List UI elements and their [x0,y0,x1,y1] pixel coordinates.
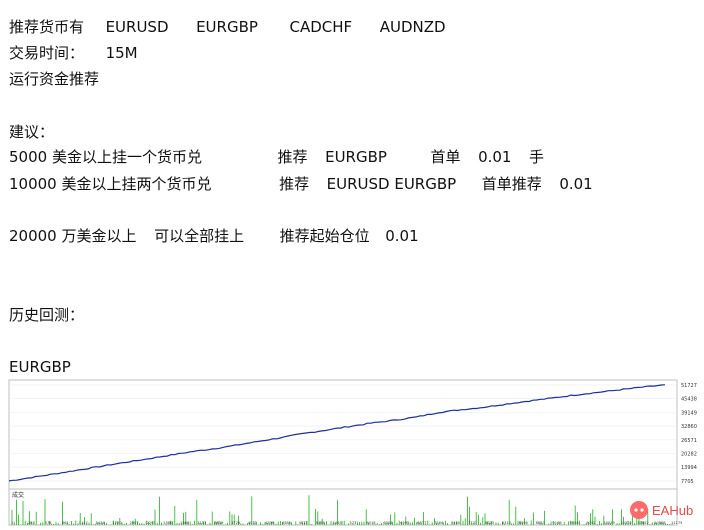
eahub-logo-icon [630,501,648,519]
y-tick-label: 13994 [681,465,697,471]
x-tick-label: 5445 [333,521,342,525]
x-tick-label: 9742 [586,521,595,525]
x-tick-label: 3153 [197,521,206,525]
y-tick-label: 39149 [681,410,697,416]
doc-line-advice: 建议： [9,123,55,141]
x-tick-label: 9169 [553,521,563,525]
x-tick-label: 1147 [79,521,88,525]
x-tick-label: 6304 [383,521,393,525]
doc-line-10000: 10000 美金以上挂两个货币兑 推荐 EURUSD EURGBP 首单推荐 0… [9,174,593,194]
x-tick-label: 10315 [620,521,631,525]
advice-5000-unit: 手 [529,148,545,166]
x-tick-label: 8596 [519,521,529,525]
doc-line-trading-time: 交易时间： 15M [9,43,138,63]
y-tick-label: 32860 [681,424,697,430]
x-tick-label: 4872 [299,521,308,525]
x-tick-label: 10029 [603,521,615,525]
doc-line-backtest: 历史回测： [9,306,85,324]
recommended-pairs-label: 推荐货币有 [9,18,85,36]
x-tick-label: 10888 [654,521,666,525]
advice-5000-pair: EURGBP [325,148,387,166]
advice-20000-all: 可以全部挂上 [154,227,245,245]
y-tick-label: 7705 [681,479,694,485]
x-tick-label: 3439 [214,521,224,525]
pair-eurusd: EURUSD [105,18,169,36]
x-tick-label: 574 [45,521,53,525]
advice-10000-first-order: 首单推荐 [481,175,542,193]
x-tick-label: 6591 [400,521,409,525]
x-tick-label: 8310 [502,521,512,525]
doc-line-recommended-pairs: 推荐货币有 EURUSD EURGBP CADCHF AUDNZD [9,17,446,37]
doc-line-20000: 20000 万美金以上 可以全部挂上 推荐起始仓位 0.01 [9,226,419,246]
trading-time-label: 交易时间： [9,44,85,62]
x-tick-label: 7164 [434,521,444,525]
x-tick-label: 11175 [671,521,682,525]
advice-10000-text: 10000 美金以上挂两个货币兑 [9,175,212,193]
advice-10000-lot: 0.01 [559,175,593,193]
advice-20000-lot: 0.01 [385,227,419,245]
watermark-text: EAHub [652,502,694,518]
x-tick-label: 2580 [163,521,173,525]
chart-background [7,379,704,526]
x-tick-label: 4012 [248,521,257,525]
x-tick-label: 3726 [231,521,241,525]
x-tick-label: 7450 [451,521,461,525]
chart-title-pair: EURGBP [9,358,71,376]
y-tick-label: 45438 [681,397,697,403]
backtest-chart-svg: 成交 51727 45438 39149 32860 26571 20282 13994 77… [7,379,704,526]
advice-10000-recommend: 推荐 [279,175,310,193]
x-tick-label: 8023 [485,521,494,525]
backtest-chart: 成交 51727 45438 39149 32860 26571 20282 13994 77… [7,379,704,526]
x-tick-label: 287 [28,521,35,525]
x-tick-label: 1434 [96,521,106,525]
y-tick-label: 51727 [681,383,697,389]
x-tick-label: 7737 [468,521,477,525]
doc-line-5000: 5000 美金以上挂一个货币兑 推荐 EURGBP 首单 0.01 手 [9,147,544,167]
x-tick-label: 861 [62,521,69,525]
x-tick-label: 2293 [146,521,155,525]
advice-5000-first-order: 首单 [430,148,461,166]
x-tick-label: 2007 [130,521,139,525]
eahub-watermark: EAHub [630,499,696,521]
x-tick-label: 9456 [570,521,580,525]
trading-time-value: 15M [105,44,138,62]
advice-5000-lot: 0.01 [478,148,512,166]
x-tick-label: 2866 [180,521,190,525]
doc-line-capital: 运行资金推荐 [9,70,100,88]
pair-audnzd: AUDNZD [379,18,446,36]
pair-cadchf: CADCHF [289,18,353,36]
x-tick-label: 1720 [113,521,123,525]
x-tick-label: 8883 [536,521,545,525]
x-tick-label: 10602 [637,521,648,525]
x-tick-label: 6877 [417,521,426,525]
x-tick-label: 5731 [350,521,359,525]
x-tick-label: 5158 [316,521,326,525]
x-tick-label: 1 [11,521,13,525]
y-tick-label: 20282 [681,452,697,458]
advice-5000-recommend: 推荐 [277,148,308,166]
pair-eurgbp: EURGBP [196,18,258,36]
advice-10000-pairs: EURUSD EURGBP [326,175,457,193]
advice-5000-text: 5000 美金以上挂一个货币兑 [9,148,202,166]
x-tick-label: 6018 [366,521,376,525]
volume-label: 成交 [12,491,24,499]
y-tick-label: 26571 [681,438,697,444]
x-tick-label: 4585 [282,521,291,525]
x-tick-label: 4299 [265,521,275,525]
advice-20000-text: 20000 万美金以上 [9,227,137,245]
advice-20000-start-lot-label: 推荐起始仓位 [279,227,370,245]
